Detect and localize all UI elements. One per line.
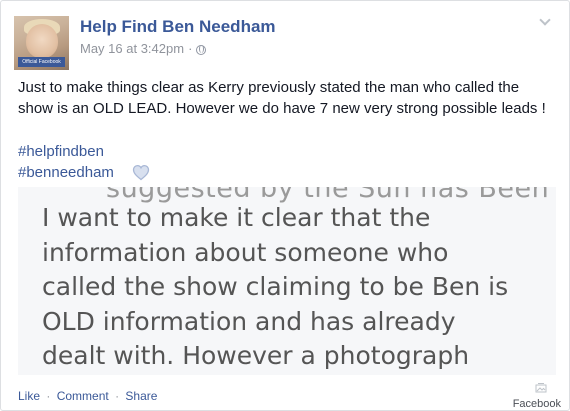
photo-icon[interactable] xyxy=(535,382,547,394)
image-text-line: called the show claiming to be Ben is xyxy=(42,272,509,301)
hashtag-benneedham[interactable]: #benneedham xyxy=(18,162,114,183)
page-name-link[interactable]: Help Find Ben Needham xyxy=(80,17,276,37)
avatar-badge: Official Facebook xyxy=(18,57,65,67)
image-text-line: I want to make it clear that the xyxy=(42,203,431,232)
page-avatar[interactable]: Official Facebook xyxy=(14,16,69,70)
avatar-face xyxy=(26,24,58,58)
image-text-line: OLD information and has already xyxy=(42,307,456,336)
share-button[interactable]: Share xyxy=(125,389,157,403)
globe-icon[interactable] xyxy=(196,44,207,55)
post-meta: May 16 at 3:42pm · xyxy=(80,41,207,56)
post-timestamp[interactable]: May 16 at 3:42pm xyxy=(80,41,184,56)
image-cutoff-text: suggested by the Sun has Been xyxy=(106,187,550,204)
post-text: Just to make things clear as Kerry previ… xyxy=(18,79,546,117)
action-separator: · xyxy=(115,389,120,403)
comment-button[interactable]: Comment xyxy=(57,389,109,403)
image-credit: Facebook xyxy=(512,398,561,410)
action-separator: · xyxy=(46,389,51,403)
post-actions: Like · Comment · Share xyxy=(18,389,157,403)
image-text-line: dealt with. However a photograph xyxy=(42,341,470,370)
heart-icon xyxy=(132,164,150,181)
meta-separator: · xyxy=(188,41,193,56)
image-text-line: information about someone who xyxy=(42,238,449,267)
hashtag-helpfindben[interactable]: #helpfindben xyxy=(18,141,104,162)
facebook-post: Official Facebook Help Find Ben Needham … xyxy=(0,0,570,411)
like-button[interactable]: Like xyxy=(18,389,40,403)
attached-image[interactable]: suggested by the Sun has Been I want to … xyxy=(18,187,556,375)
chevron-down-icon[interactable] xyxy=(540,17,549,26)
